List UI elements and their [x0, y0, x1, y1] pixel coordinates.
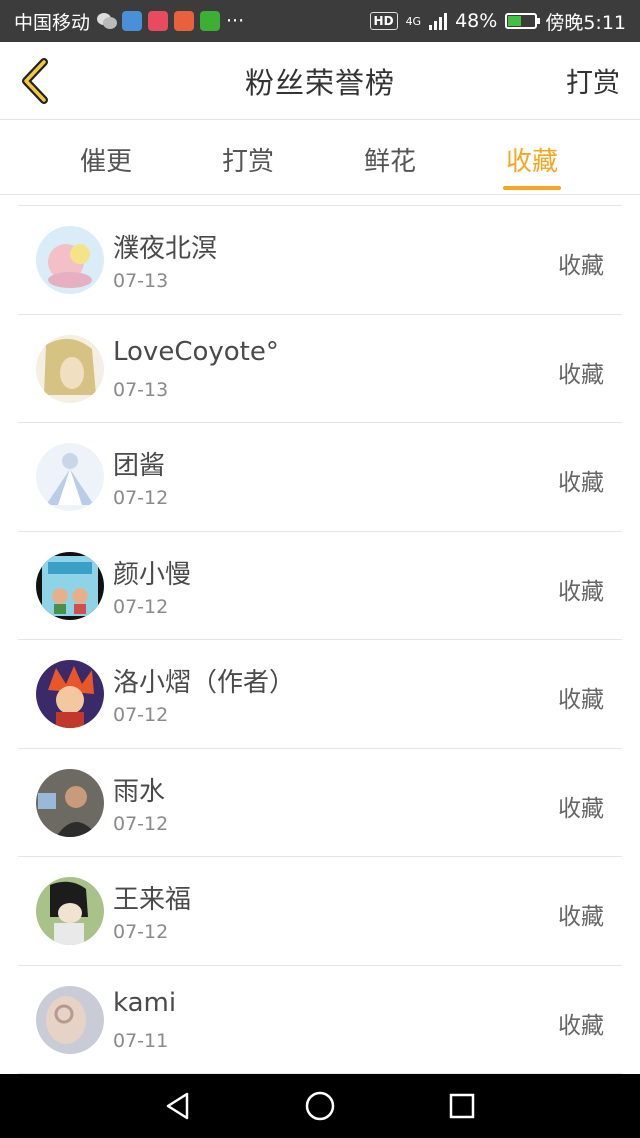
- status-right: HD 4G 48% 傍晚5:11: [369, 8, 626, 35]
- list-item[interactable]: 王来福 07-12 收藏: [18, 857, 622, 966]
- fan-date: 07-13: [113, 270, 169, 292]
- tab-favorites[interactable]: 收藏: [461, 121, 603, 194]
- battery-percent: 48%: [455, 10, 498, 32]
- fan-action: 收藏: [558, 470, 604, 496]
- fan-date: 07-12: [113, 704, 169, 726]
- triangle-back-icon: [166, 1092, 189, 1120]
- tab-label: 收藏: [505, 147, 558, 177]
- fan-action: 收藏: [558, 904, 604, 930]
- avatar: [36, 334, 104, 403]
- tab-reward[interactable]: 打赏: [177, 121, 319, 194]
- blue-app-icon: [122, 11, 143, 31]
- list-item[interactable]: 颜小慢 07-12 收藏: [18, 532, 622, 640]
- video-app-icon: [174, 11, 195, 31]
- fan-name: 洛小熠（作者）: [113, 668, 296, 698]
- list-item[interactable]: 雨水 07-12 收藏: [18, 749, 622, 857]
- battery-level: [508, 16, 521, 26]
- fan-action: 收藏: [558, 253, 604, 279]
- fan-action: 收藏: [558, 795, 604, 822]
- fan-date: 07-13: [113, 378, 169, 401]
- avatar: [36, 443, 104, 511]
- status-left: 中国移动 ···: [14, 8, 370, 35]
- tab-bar: 催更 打赏 鲜花 收藏: [0, 121, 640, 195]
- active-tab-indicator: [503, 186, 561, 190]
- status-bar: 中国移动 ··· HD 4G 48% 傍晚5:11: [0, 0, 640, 42]
- fan-date: 07-12: [113, 595, 169, 618]
- square-recents-icon: [449, 1093, 475, 1119]
- fan-name: 颜小慢: [113, 559, 192, 590]
- tab-urge[interactable]: 催更: [35, 121, 177, 194]
- back-button[interactable]: [14, 56, 54, 106]
- more-notifications-icon: ···: [226, 10, 245, 32]
- page-title: 粉丝荣誉榜: [244, 65, 395, 100]
- fan-action: 收藏: [558, 687, 604, 713]
- fan-name: 团酱: [113, 451, 166, 481]
- carrier-label: 中国移动: [14, 11, 91, 34]
- red-app-icon: [148, 11, 169, 31]
- iqiyi-icon: [200, 11, 221, 31]
- system-nav-bar: [0, 1074, 640, 1138]
- avatar: [36, 660, 104, 728]
- list-item[interactable]: LoveCoyote° 07-13 收藏: [18, 315, 622, 423]
- fan-name: 雨水: [113, 776, 166, 807]
- avatar: [36, 226, 104, 294]
- list-item[interactable]: 洛小熠（作者） 07-12 收藏: [18, 640, 622, 749]
- fan-name: kami: [113, 987, 177, 1018]
- fan-list: 濮夜北溟 07-13 收藏 LoveCoyote° 07-13 收藏 团酱 07…: [18, 205, 622, 1074]
- battery-icon: [505, 13, 541, 29]
- fan-name: LoveCoyote°: [113, 336, 279, 367]
- nav-home-button[interactable]: [249, 1074, 391, 1138]
- list-item[interactable]: kami 07-11 收藏: [18, 966, 622, 1074]
- avatar: [36, 877, 104, 945]
- avatar: [36, 985, 104, 1054]
- fan-action: 收藏: [558, 361, 604, 388]
- back-chevron-icon: [22, 58, 48, 104]
- signal-icon: [429, 12, 448, 30]
- list-item[interactable]: 濮夜北溟 07-13 收藏: [18, 206, 622, 315]
- fan-date: 07-12: [113, 921, 169, 943]
- fan-date: 07-12: [113, 487, 169, 509]
- nav-back-button[interactable]: [107, 1074, 249, 1138]
- list-item[interactable]: 团酱 07-12 收藏: [18, 423, 622, 532]
- reward-button[interactable]: 打赏: [566, 61, 620, 100]
- fan-date: 07-12: [113, 812, 169, 835]
- tab-label: 鲜花: [363, 147, 416, 177]
- fan-date: 07-11: [113, 1029, 169, 1052]
- tab-flowers[interactable]: 鲜花: [319, 121, 461, 194]
- fan-name: 濮夜北溟: [113, 234, 218, 264]
- clock: 傍晚5:11: [545, 11, 626, 34]
- fan-name: 王来福: [113, 885, 192, 915]
- tab-label: 打赏: [221, 147, 274, 177]
- nav-recents-button[interactable]: [391, 1074, 533, 1138]
- avatar: [36, 768, 104, 837]
- avatar: [36, 551, 104, 620]
- circle-home-icon: [305, 1091, 335, 1121]
- network-type: 4G: [405, 14, 422, 28]
- fan-action: 收藏: [558, 578, 604, 605]
- fan-action: 收藏: [558, 1012, 604, 1039]
- tab-label: 催更: [79, 147, 132, 177]
- title-bar: 粉丝荣誉榜 打赏: [0, 42, 640, 120]
- wechat-icon: [96, 11, 118, 31]
- hd-badge: HD: [369, 12, 398, 30]
